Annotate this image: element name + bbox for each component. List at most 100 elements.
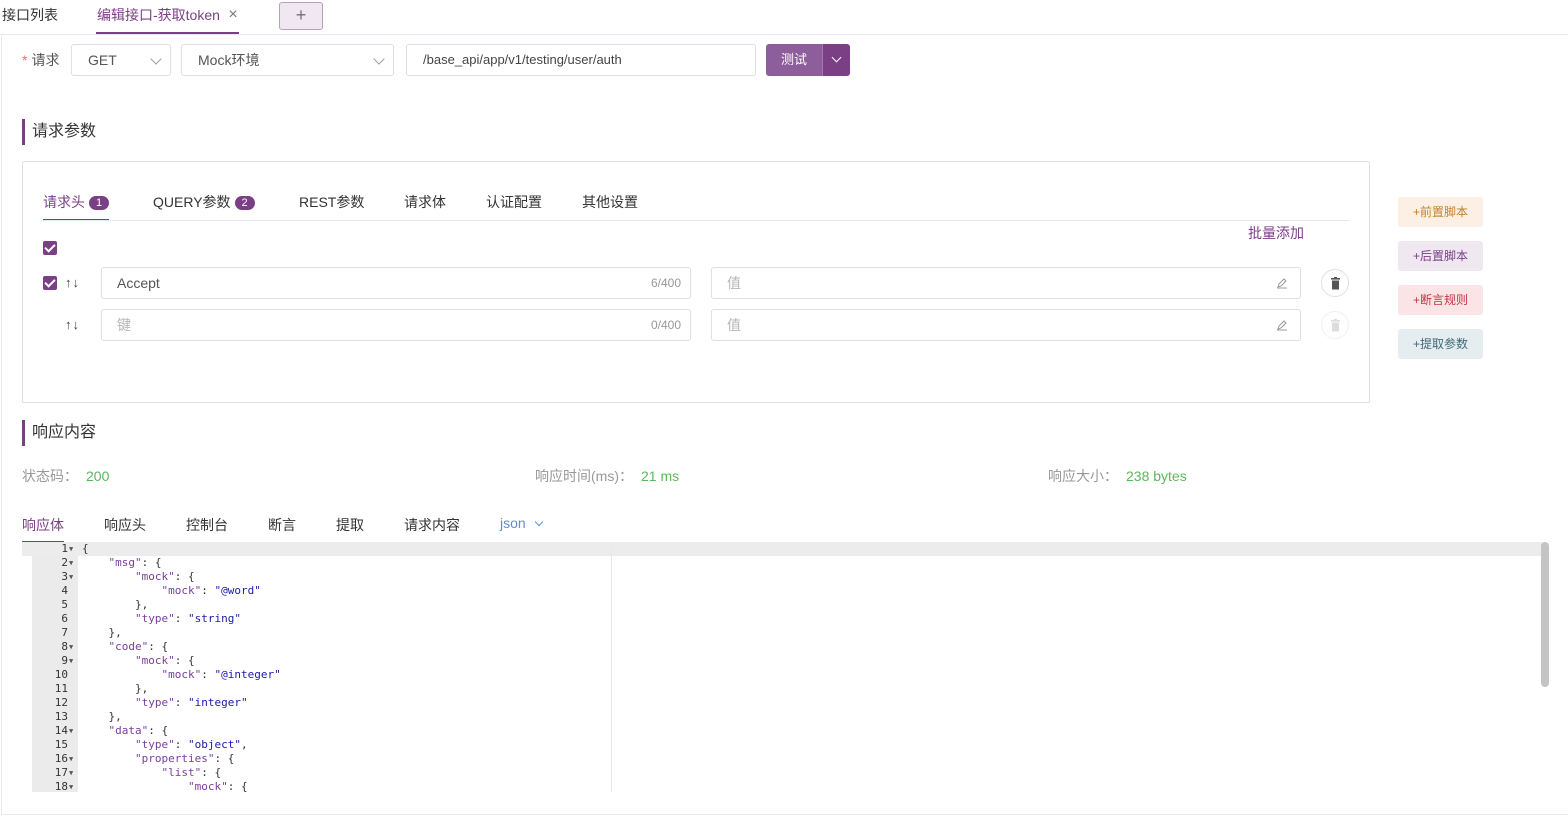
environment-value: Mock环境 [198,52,260,68]
batch-add-link[interactable]: 批量添加 [1248,223,1304,243]
time-value: 21 ms [641,468,680,484]
chevron-down-icon [831,52,842,63]
request-label: * 请求 [22,50,59,70]
print-margin [611,542,612,792]
tab-api-list[interactable]: 接口列表 [2,0,58,34]
line-number: 18 [54,780,68,792]
line-number: 10 [54,668,68,681]
fold-toggle-icon[interactable]: ▼ [69,766,73,780]
line-number: 1 [61,542,68,555]
assertion-rule-button[interactable]: +断言规则 [1398,285,1483,315]
method-value: GET [88,52,117,68]
row-checkbox[interactable] [43,276,57,290]
code-text: "type": "string" [134,612,241,625]
edit-icon[interactable] [1276,277,1288,289]
code-text: "msg": { [108,556,162,569]
fold-toggle-icon[interactable]: ▼ [69,752,73,766]
fold-toggle-icon[interactable]: ▼ [69,556,73,570]
header-value-input[interactable]: 值 [711,267,1301,299]
tab-request-content[interactable]: 请求内容 [404,515,460,543]
sort-arrows-icon[interactable]: ↑↓ [65,317,80,332]
line-number: 4 [61,584,68,597]
code-text: "properties": { [134,752,235,765]
delete-row-button[interactable] [1321,269,1349,297]
line-number: 16 [54,752,68,765]
response-size-stat: 响应大小： 238 bytes [1048,466,1187,486]
fold-toggle-icon[interactable]: ▼ [69,654,73,668]
code-text: "list": { [161,766,222,779]
line-number: 9 [61,654,68,667]
tab-query-params[interactable]: QUERY参数 2 [153,193,255,221]
time-label: 响应时间(ms)： [535,468,633,484]
tab-console[interactable]: 控制台 [186,515,228,543]
code-text: }, [82,710,122,723]
tabs-divider [43,220,1350,221]
code-text: }, [82,626,122,639]
line-number: 6 [61,612,68,625]
post-script-button[interactable]: +后置脚本 [1398,241,1483,271]
line-number: 7 [61,626,68,639]
tab-query-label: QUERY参数 [153,194,231,210]
extract-params-button[interactable]: +提取参数 [1398,329,1483,359]
method-select[interactable]: GET [71,44,171,76]
code-text: "code": { [108,640,169,653]
header-key-input[interactable]: 键 0/400 [101,309,691,341]
environment-select[interactable]: Mock环境 [181,44,394,76]
response-code-editor[interactable]: 1 ▼{2 ▼ "msg": {3 ▼ "mock": {4 "mock": "@wo… [22,542,1551,792]
close-icon[interactable]: × [227,5,239,25]
code-text: "mock": "@word" [161,584,261,597]
tab-auth-config[interactable]: 认证配置 [486,193,542,221]
code-text: "mock": { [187,780,248,792]
tab-headers[interactable]: 请求头 1 [43,193,109,221]
tab-other-settings[interactable]: 其他设置 [582,193,638,221]
url-input[interactable]: /base_api/app/v1/testing/user/auth [406,44,756,76]
tab-assertion[interactable]: 断言 [268,515,296,543]
tab-request-body[interactable]: 请求体 [404,193,446,221]
response-time-stat: 响应时间(ms)： 21 ms [535,466,679,486]
header-key-input[interactable]: Accept 6/400 [101,267,691,299]
code-text: "mock": "@integer" [161,668,281,681]
code-text: }, [82,598,149,611]
editor-scrollbar[interactable] [1541,542,1549,687]
header-value-input[interactable]: 值 [711,309,1301,341]
tab-rest-params[interactable]: REST参数 [299,193,364,221]
fold-toggle-icon[interactable]: ▼ [69,780,73,792]
delete-row-button[interactable] [1321,311,1349,339]
line-number: 14 [54,724,68,737]
chevron-down-icon [534,517,543,527]
pre-script-button[interactable]: +前置脚本 [1398,197,1483,227]
response-section-title: 响应内容 [22,420,96,446]
code-text: "mock": { [134,570,195,583]
size-label: 响应大小： [1048,468,1118,484]
tab-response-body[interactable]: 响应体 [22,515,64,543]
code-text: }, [82,682,149,695]
test-button[interactable]: 测试 [766,44,822,76]
char-count: 0/400 [650,318,681,332]
test-dropdown-button[interactable] [822,44,850,76]
fold-toggle-icon[interactable]: ▼ [69,724,73,738]
code-text: "mock": { [134,654,195,667]
line-number: 5 [61,598,68,611]
line-number: 15 [54,738,68,751]
header-key-value: Accept [117,275,160,291]
edit-icon[interactable] [1276,319,1288,331]
sort-arrows-icon[interactable]: ↑↓ [65,275,80,290]
format-value: json [500,515,526,531]
line-number: 11 [54,682,68,695]
code-text: "type": "integer" [134,696,248,709]
add-tab-button[interactable]: + [279,2,323,30]
format-select[interactable]: json [500,515,543,543]
value-placeholder: 值 [727,317,741,333]
tab-edit-api[interactable]: 编辑接口-获取token [96,0,239,34]
line-number: 13 [54,710,68,723]
chevron-down-icon [150,53,162,65]
select-all-checkbox[interactable] [43,241,57,255]
code-text: "type": "object", [134,738,248,751]
tab-response-headers[interactable]: 响应头 [104,515,146,543]
fold-toggle-icon[interactable]: ▼ [69,570,73,584]
tab-extract[interactable]: 提取 [336,515,364,543]
fold-toggle-icon[interactable]: ▼ [69,640,73,654]
active-line-highlight [22,542,1542,556]
fold-toggle-icon[interactable]: ▼ [69,542,73,556]
line-number: 3 [61,570,68,583]
